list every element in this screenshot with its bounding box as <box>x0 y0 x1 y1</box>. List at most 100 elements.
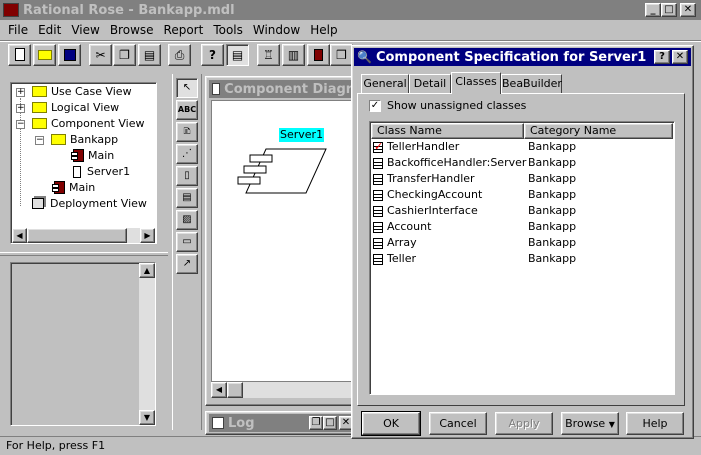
server1-label[interactable]: Server1 <box>279 128 325 142</box>
component-icon <box>71 149 84 162</box>
subprogram-tool-icon[interactable]: ▨ <box>176 210 198 230</box>
dropdown-arrow-icon: ▼ <box>608 420 615 429</box>
open-folder-icon[interactable] <box>33 44 56 66</box>
browse-button[interactable]: Browse ▼ <box>561 412 619 435</box>
tab-beabuilder[interactable]: BeaBuilder <box>501 74 562 93</box>
scroll-left-button[interactable]: ◀ <box>12 228 27 243</box>
menu-file[interactable]: File <box>3 21 33 39</box>
log-restore-button[interactable]: ❐ <box>309 416 323 430</box>
tab-classes[interactable]: Classes <box>451 72 501 94</box>
class-icon <box>373 174 383 185</box>
text-tool-icon[interactable]: ABC <box>176 100 198 120</box>
menu-window[interactable]: Window <box>248 21 305 39</box>
menu-browse[interactable]: Browse <box>105 21 159 39</box>
minimize-button[interactable]: _ <box>645 3 661 17</box>
tab-detail[interactable]: Detail <box>409 74 451 93</box>
component-icon <box>52 181 65 194</box>
scroll-right-button[interactable]: ▶ <box>140 228 155 243</box>
menu-edit[interactable]: Edit <box>33 21 66 39</box>
maximize-button[interactable]: □ <box>661 3 677 17</box>
cut-icon[interactable]: ✂ <box>89 44 112 66</box>
dialog-title-bar[interactable]: 🔍 Component Specification for Server1 <box>354 48 691 66</box>
save-disk-icon[interactable] <box>58 44 81 66</box>
component-diagram-title: Component Diagra <box>224 81 361 97</box>
main-title-bar: Rational Rose - Bankapp.mdl <box>0 0 701 20</box>
menu-divider <box>0 40 701 42</box>
component-diagram-icon[interactable] <box>307 44 330 66</box>
tree-item-main[interactable]: Main <box>52 181 95 195</box>
paste-icon[interactable]: ▤ <box>138 44 161 66</box>
log-maximize-button[interactable]: □ <box>323 416 337 430</box>
diagram-scroll-thumb[interactable] <box>227 382 243 398</box>
dependency-tool-icon[interactable]: ↗ <box>176 254 198 274</box>
table-row[interactable]: TransferHandler Bankapp <box>372 171 672 187</box>
class-icon <box>373 206 383 217</box>
server1-component-shape[interactable] <box>236 146 328 196</box>
table-row[interactable]: Array Bankapp <box>372 235 672 251</box>
table-row[interactable]: ✓ TellerHandler Bankapp <box>372 139 672 155</box>
context-help-icon[interactable]: ? <box>201 44 224 66</box>
tree-item-usecase-view[interactable]: Use Case View <box>32 85 132 99</box>
tree-item-server1[interactable]: Server1 <box>73 165 130 179</box>
task-tool-icon[interactable]: ▭ <box>176 232 198 252</box>
package-folder-icon <box>51 134 66 145</box>
menu-tools[interactable]: Tools <box>208 21 248 39</box>
folder-icon <box>32 102 47 113</box>
doc-scroll-down[interactable]: ▼ <box>139 410 155 425</box>
panel-splitter[interactable] <box>0 252 168 256</box>
documentation-panel[interactable] <box>10 262 156 426</box>
dialog-help-button[interactable]: ? <box>654 50 670 64</box>
dialog-close-button[interactable]: ✕ <box>672 50 688 64</box>
tree-item-bankapp[interactable]: Bankapp <box>51 133 118 147</box>
tab-general[interactable]: General <box>361 74 409 93</box>
context-help-glyph: ? <box>209 48 216 62</box>
menu-help[interactable]: Help <box>305 21 342 39</box>
class-icon <box>373 222 383 233</box>
table-row[interactable]: BackofficeHandler:Server Bankapp <box>372 155 672 171</box>
anchor-tool-icon[interactable]: ⋰ <box>176 144 198 164</box>
deployment-diagram-icon[interactable]: ❒ <box>330 44 353 66</box>
tree-item-component-view[interactable]: Component View <box>32 117 144 131</box>
diagram-scroll-left[interactable]: ◀ <box>211 382 227 398</box>
tree-item-logical-view[interactable]: Logical View <box>32 101 119 115</box>
help-button[interactable]: Help <box>626 412 684 435</box>
print-icon[interactable]: ⎙ <box>168 44 191 66</box>
class-diagram-icon[interactable]: ♖ <box>257 44 280 66</box>
cancel-button[interactable]: Cancel <box>429 412 487 435</box>
package-tool-icon[interactable]: ▯ <box>176 166 198 186</box>
ok-button[interactable]: OK <box>361 411 421 436</box>
doc-vscrollbar[interactable] <box>139 263 155 425</box>
show-unassigned-checkbox[interactable]: ✓ <box>369 100 381 112</box>
collapse-bankapp-icon[interactable]: − <box>35 136 44 145</box>
table-row[interactable]: CashierInterface Bankapp <box>372 203 672 219</box>
expand-usecase-icon[interactable]: + <box>16 88 25 97</box>
collapse-component-icon[interactable]: − <box>16 120 25 129</box>
expand-logical-icon[interactable]: + <box>16 104 25 113</box>
tree-dotted-line <box>20 98 21 206</box>
table-row[interactable]: Teller Bankapp <box>372 251 672 267</box>
close-button[interactable]: ✕ <box>680 3 696 17</box>
tree-item-deployment-view[interactable]: Deployment View <box>32 197 147 211</box>
browser-toggle-icon[interactable]: ▤ <box>226 44 249 66</box>
copy-icon[interactable]: ❐ <box>113 44 136 66</box>
table-row[interactable]: Account Bankapp <box>372 219 672 235</box>
selection-tool-icon[interactable]: ↖ <box>176 78 198 98</box>
table-row[interactable]: CheckingAccount Bankapp <box>372 187 672 203</box>
diagram-canvas[interactable] <box>211 100 361 382</box>
component-tool-icon[interactable]: ▤ <box>176 188 198 208</box>
apply-button[interactable]: Apply <box>495 412 553 435</box>
interaction-diagram-icon[interactable]: ▥ <box>282 44 305 66</box>
new-document-icon[interactable] <box>8 44 31 66</box>
app-icon[interactable] <box>3 3 19 17</box>
note-tool-icon[interactable]: 🗈 <box>176 122 198 142</box>
doc-scroll-up[interactable]: ▲ <box>139 263 155 278</box>
scroll-thumb[interactable] <box>27 228 127 243</box>
component-diagram-title-bar[interactable]: Component Diagra <box>209 80 361 98</box>
column-header-class-name[interactable]: Class Name <box>371 123 524 139</box>
tree-item-bankapp-main[interactable]: Main <box>71 149 114 163</box>
show-unassigned-label[interactable]: Show unassigned classes <box>387 99 526 113</box>
folder-icon <box>32 118 47 129</box>
menu-view[interactable]: View <box>66 21 104 39</box>
column-header-category-name[interactable]: Category Name <box>524 123 673 139</box>
menu-report[interactable]: Report <box>159 21 209 39</box>
